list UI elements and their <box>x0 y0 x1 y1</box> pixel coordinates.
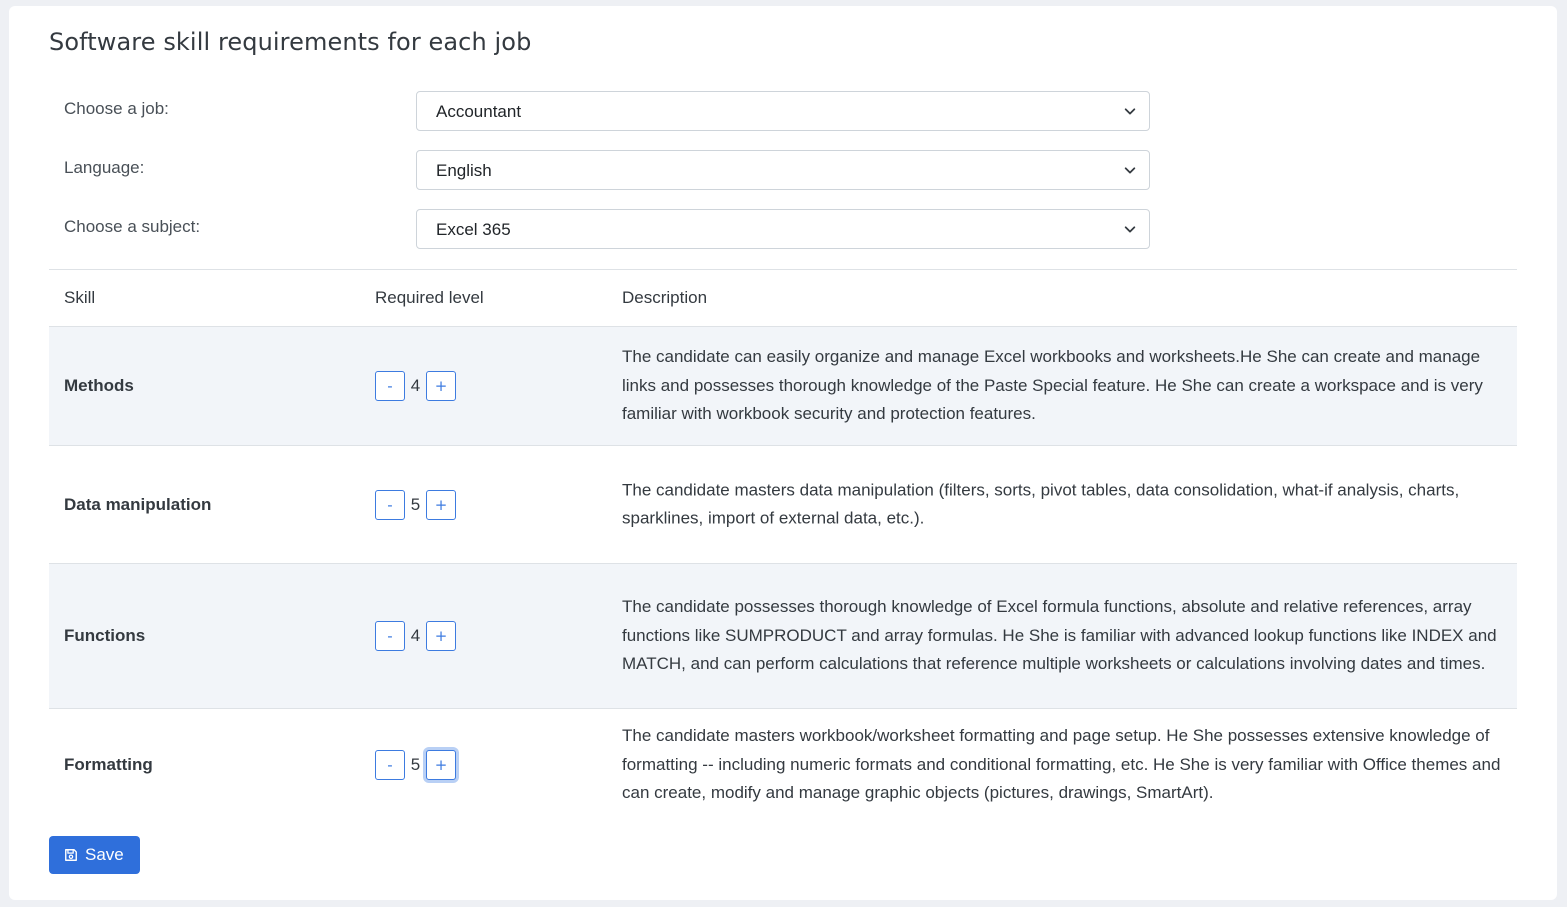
level-stepper: - 5 + <box>375 489 456 521</box>
table-row: Methods - 4 + The candidate can easily o… <box>49 327 1517 446</box>
skill-name: Functions <box>64 626 146 645</box>
page-title: Software skill requirements for each job <box>49 28 532 56</box>
level-value: 5 <box>410 755 421 774</box>
subject-label: Choose a subject: <box>64 217 201 236</box>
table-header: Skill Required level Description <box>49 269 1517 327</box>
job-form-row: Choose a job: Accountant <box>49 91 1150 131</box>
increment-button[interactable]: + <box>426 489 456 520</box>
level-stepper: - 4 + <box>375 620 456 652</box>
skill-description: The candidate masters workbook/worksheet… <box>622 725 1501 803</box>
skill-column-header: Skill <box>64 288 96 307</box>
decrement-button[interactable]: - <box>375 371 405 401</box>
description-column-header: Description <box>622 288 708 307</box>
increment-button[interactable]: + <box>426 750 456 780</box>
save-button-label: Save <box>85 845 124 864</box>
subject-select[interactable]: Excel 365 <box>416 209 1150 249</box>
skill-description: The candidate masters data manipulation … <box>622 479 1460 528</box>
skill-name: Formatting <box>64 755 153 774</box>
increment-button[interactable]: + <box>426 621 456 651</box>
level-value: 4 <box>410 376 421 395</box>
chevron-down-icon <box>1124 108 1136 115</box>
chevron-down-icon <box>1124 226 1136 233</box>
language-label: Language: <box>64 158 145 177</box>
skill-name: Methods <box>64 376 134 395</box>
chevron-down-icon <box>1124 167 1136 174</box>
job-label: Choose a job: <box>64 99 169 118</box>
language-form-row: Language: English <box>49 150 1150 190</box>
skill-description: The candidate can easily organize and ma… <box>622 346 1483 424</box>
language-select[interactable]: English <box>416 150 1150 190</box>
level-stepper: - 5 + <box>375 749 456 781</box>
skill-name: Data manipulation <box>64 494 212 514</box>
job-select-value: Accountant <box>436 102 522 121</box>
level-stepper: - 4 + <box>375 370 456 402</box>
decrement-button[interactable]: - <box>375 621 405 651</box>
table-row: Functions - 4 + The candidate possesses … <box>49 564 1517 709</box>
job-select[interactable]: Accountant <box>416 91 1150 131</box>
level-value: 4 <box>410 626 421 645</box>
subject-select-value: Excel 365 <box>436 220 511 239</box>
subject-form-row: Choose a subject: Excel 365 <box>49 209 1150 249</box>
level-column-header: Required level <box>375 288 484 307</box>
skill-description: The candidate possesses thorough knowled… <box>622 596 1497 674</box>
level-value: 5 <box>410 494 421 514</box>
skills-table: Skill Required level Description Methods… <box>49 269 1517 821</box>
language-select-value: English <box>436 161 492 180</box>
increment-button[interactable]: + <box>426 371 456 401</box>
table-row: Data manipulation - 5 + The candidate ma… <box>49 446 1517 564</box>
table-row: Formatting - 5 + The candidate masters w… <box>49 709 1517 821</box>
save-button[interactable]: Save <box>49 836 140 874</box>
decrement-button[interactable]: - <box>375 489 405 520</box>
floppy-disk-icon <box>65 849 77 861</box>
decrement-button[interactable]: - <box>375 750 405 780</box>
main-card: Software skill requirements for each job… <box>9 6 1557 900</box>
